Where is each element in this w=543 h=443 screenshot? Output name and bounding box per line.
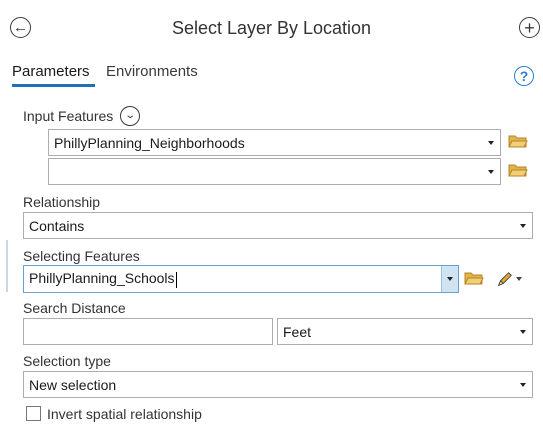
distance-unit-value: Feet <box>283 323 312 340</box>
chevron-down-icon <box>520 329 526 334</box>
input-features-field-1[interactable]: PhillyPlanning_Neighborhoods <box>48 129 501 156</box>
browse-folder-icon[interactable] <box>508 162 528 178</box>
input-features-dropdown-2[interactable] <box>488 159 500 184</box>
chevron-down-icon <box>447 277 453 281</box>
chevron-down-icon <box>488 140 494 145</box>
selecting-features-dropdown[interactable] <box>441 266 458 292</box>
relationship-label: Relationship <box>23 194 101 210</box>
plus-icon: + <box>524 17 535 38</box>
tab-environments[interactable]: Environments <box>106 63 198 80</box>
selecting-features-input[interactable]: PhillyPlanning_Schools <box>24 270 441 288</box>
distance-unit-select[interactable]: Feet <box>277 318 533 345</box>
chevron-down-icon <box>516 277 522 281</box>
focus-marker <box>6 240 8 292</box>
pencil-icon <box>497 272 512 287</box>
input-features-value-1: PhillyPlanning_Neighborhoods <box>54 134 245 151</box>
relationship-value: Contains <box>29 217 85 234</box>
create-features-button[interactable] <box>496 268 528 290</box>
chevron-down-icon <box>488 169 494 174</box>
distance-unit-dropdown[interactable] <box>520 319 532 344</box>
active-tab-indicator <box>12 84 95 87</box>
input-features-dropdown-1[interactable] <box>488 130 500 155</box>
invert-spatial-relationship-label: Invert spatial relationship <box>47 406 202 422</box>
search-distance-label: Search Distance <box>23 300 126 316</box>
input-features-label: Input Features <box>23 108 114 124</box>
invert-spatial-relationship-checkbox[interactable] <box>26 406 41 421</box>
chevron-down-icon: ⌄ <box>124 110 136 121</box>
text-cursor <box>175 271 177 288</box>
browse-folder-icon[interactable] <box>464 270 484 286</box>
selection-type-dropdown[interactable] <box>520 372 532 397</box>
chevron-down-icon <box>520 223 526 228</box>
add-button[interactable]: + <box>519 17 540 38</box>
relationship-dropdown[interactable] <box>520 213 532 238</box>
input-features-field-2[interactable] <box>48 158 501 185</box>
selection-type-select[interactable]: New selection <box>23 371 533 398</box>
selection-type-label: Selection type <box>23 353 111 369</box>
chevron-down-icon <box>520 382 526 387</box>
expand-input-features-button[interactable]: ⌄ <box>120 106 140 126</box>
tab-parameters[interactable]: Parameters <box>12 63 90 80</box>
selection-type-value: New selection <box>29 376 117 393</box>
browse-folder-icon[interactable] <box>508 133 528 149</box>
help-icon[interactable]: ? <box>514 66 534 86</box>
search-distance-input[interactable] <box>23 318 273 345</box>
relationship-select[interactable]: Contains <box>23 212 533 239</box>
selecting-features-field[interactable]: PhillyPlanning_Schools <box>23 265 459 293</box>
selecting-features-value: PhillyPlanning_Schools <box>29 270 175 287</box>
page-title: Select Layer By Location <box>171 18 372 38</box>
selecting-features-label: Selecting Features <box>23 248 140 264</box>
